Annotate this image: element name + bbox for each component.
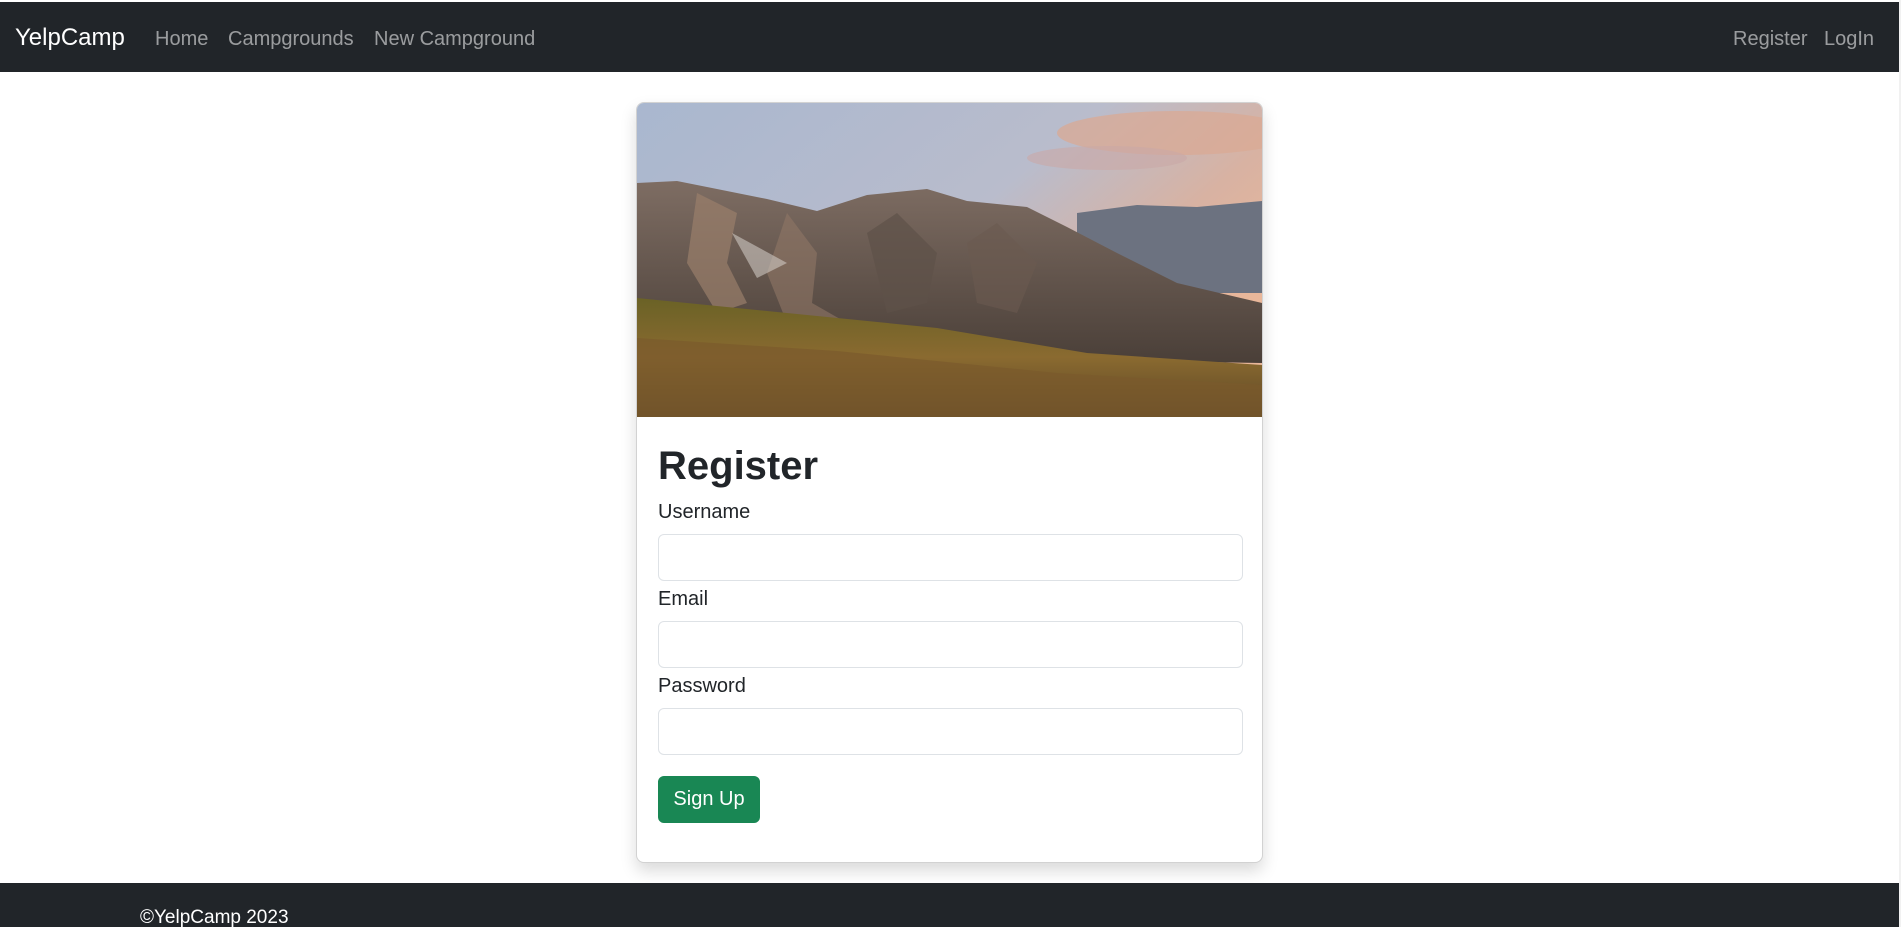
footer: ©YelpCamp 2023 [0, 883, 1901, 927]
nav-link-campgrounds[interactable]: Campgrounds [228, 27, 354, 51]
email-label: Email [658, 588, 709, 610]
username-label: Username [658, 501, 751, 523]
nav-link-new-campground[interactable]: New Campground [374, 27, 535, 51]
nav-link-home[interactable]: Home [155, 27, 208, 51]
nav-link-register[interactable]: Register [1733, 27, 1807, 51]
email-field[interactable] [658, 621, 1243, 668]
password-field[interactable] [658, 708, 1243, 755]
brand-link[interactable]: YelpCamp [15, 24, 125, 52]
footer-copyright: ©YelpCamp 2023 [140, 907, 289, 928]
sign-up-button[interactable]: Sign Up [658, 776, 760, 823]
navbar: YelpCamp Home Campgrounds New Campground… [0, 2, 1901, 72]
password-label: Password [658, 675, 746, 697]
nav-link-login[interactable]: LogIn [1824, 27, 1874, 51]
register-card: Register Username Email Password Sign Up [636, 102, 1263, 863]
page-title: Register [658, 444, 819, 488]
mountain-landscape-image [637, 103, 1262, 417]
username-field[interactable] [658, 534, 1243, 581]
